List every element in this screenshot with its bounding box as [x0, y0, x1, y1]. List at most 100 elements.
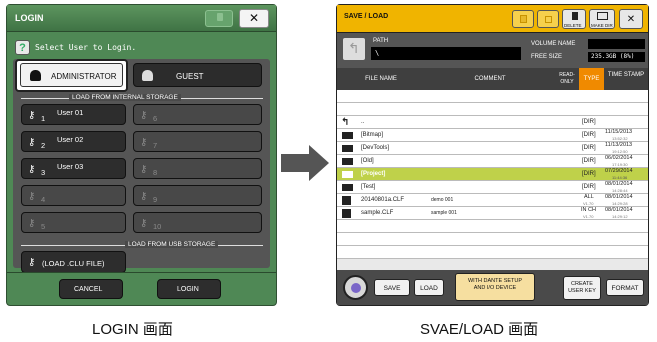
file-name: ..	[361, 119, 365, 125]
col-file-name[interactable]: FILE NAME	[337, 68, 425, 90]
login-caption: LOGIN 画面	[92, 321, 173, 338]
guest-button[interactable]: GUEST	[133, 63, 262, 87]
key-icon: ⚷	[28, 191, 36, 202]
with-dante-setup-button[interactable]: WITH DANTE SETUP AND I/O DEVICE	[455, 273, 535, 301]
file-date: 11/13/2013	[605, 142, 633, 148]
format-button[interactable]: FORMAT	[606, 279, 644, 296]
up-directory-button[interactable]: ↰	[342, 37, 366, 61]
load-clu-file-button[interactable]: ⚷ (LOAD .CLU FILE)	[21, 251, 126, 273]
create-user-key-button[interactable]: CREATE USER KEY	[563, 276, 601, 300]
file-comment: demo 001	[431, 197, 454, 203]
file-name: sample.CLF	[361, 210, 394, 216]
user-button-4[interactable]: ⚷ 4	[21, 185, 126, 206]
up-arrow-icon: ↰	[348, 40, 360, 56]
user-number: 1	[41, 114, 46, 123]
user-button-1[interactable]: ⚷ 1 User 01	[21, 104, 126, 125]
close-icon: ✕	[248, 11, 260, 25]
save-button[interactable]: SAVE	[374, 279, 410, 296]
key-icon: ⚷	[28, 110, 36, 121]
file-name: [Project]	[361, 171, 386, 177]
login-label: LOGIN	[177, 286, 199, 293]
file-date: 08/01/2014	[605, 207, 633, 213]
load-file-label: (LOAD .CLU FILE)	[42, 259, 105, 268]
close-button[interactable]: ✕	[619, 9, 643, 29]
key-icon: ⚷	[28, 218, 36, 229]
folder-icon	[342, 158, 353, 165]
file-time: 14:28:44	[612, 188, 628, 193]
list-item[interactable]: sample.CLF sample 001 IN CH V1.70 08/01/…	[337, 207, 648, 220]
volume-name-field	[588, 39, 645, 49]
free-size-field: 235.3GB (8%)	[588, 52, 645, 62]
right-arrow-icon	[309, 145, 329, 181]
file-name: 20140801a.CLF	[361, 197, 405, 203]
user-number: 2	[41, 141, 46, 150]
delete-button[interactable]: DELETE	[562, 9, 586, 29]
list-item	[337, 103, 648, 116]
file-list-header: FILE NAME COMMENT READ-ONLY TYPE TIME ST…	[337, 68, 648, 90]
user-button-10[interactable]: ⚷ 10	[133, 212, 262, 233]
key-icon: ⚷	[140, 218, 148, 229]
folder-icon	[342, 145, 353, 152]
login-button[interactable]: LOGIN	[157, 279, 221, 299]
knob-icon	[351, 283, 361, 293]
file-type: ALL	[584, 194, 594, 200]
file-time: 19:12:50	[612, 149, 628, 154]
file-time: 13:52:32	[612, 136, 628, 141]
administrator-button[interactable]: ADMINISTRATOR	[20, 63, 123, 87]
dial-knob[interactable]	[343, 275, 368, 300]
file-date: 06/02/2014	[605, 155, 633, 161]
file-name: [Bitmap]	[361, 132, 384, 138]
free-size-label: FREE SIZE	[531, 54, 563, 60]
user-key-button[interactable]	[512, 10, 534, 28]
user-button-9[interactable]: ⚷ 9	[133, 185, 262, 206]
cancel-label: CANCEL	[74, 286, 103, 293]
key-icon: ⚷	[28, 164, 36, 175]
load-label: LOAD	[420, 285, 438, 292]
list-item[interactable]: 20140801a.CLF demo 001 ALL V1.70 08/01/2…	[337, 194, 648, 207]
make-dir-button[interactable]: MAKE DIR	[589, 9, 615, 29]
file-name: [Test]	[361, 184, 376, 190]
user-name: User 01	[57, 108, 84, 117]
close-button[interactable]: ✕	[239, 9, 269, 28]
cancel-button[interactable]: CANCEL	[59, 279, 123, 299]
user-number: 7	[153, 141, 158, 150]
key-icon: ⚷	[140, 137, 148, 148]
load-button[interactable]: LOAD	[414, 279, 444, 296]
col-type[interactable]: TYPE	[579, 68, 604, 90]
path-value: \	[375, 49, 380, 57]
close-icon: ✕	[626, 14, 636, 25]
user-button-5[interactable]: ⚷ 5	[21, 212, 126, 233]
format-label: FORMAT	[611, 285, 639, 292]
file-time: 14:29:12	[612, 214, 628, 219]
lock-button[interactable]	[537, 10, 559, 28]
person-icon	[142, 70, 153, 81]
list-item[interactable]: [Test] [DIR] 08/01/2014 14:28:44	[337, 181, 648, 194]
user-button-3[interactable]: ⚷ 3 User 03	[21, 158, 126, 179]
list-item[interactable]: [DevTools] [DIR] 11/13/2013 19:12:50	[337, 142, 648, 155]
list-item-selected[interactable]: [Project] [DIR] 07/29/2014 11:44:36	[337, 168, 648, 181]
path-label: PATH	[373, 38, 389, 44]
user-button-2[interactable]: ⚷ 2 User 02	[21, 131, 126, 152]
key-icon: ⚷	[28, 257, 36, 268]
col-comment[interactable]: COMMENT	[425, 68, 555, 90]
file-time: 17:19:30	[612, 162, 628, 167]
user-button-8[interactable]: ⚷ 8	[133, 158, 262, 179]
trash-icon	[572, 12, 578, 20]
file-name: [Old]	[361, 158, 374, 164]
with-dante-setup-label: WITH DANTE SETUP AND I/O DEVICE	[467, 278, 523, 291]
user-button-6[interactable]: ⚷ 6	[133, 104, 262, 125]
col-read-only[interactable]: READ-ONLY	[555, 68, 579, 90]
user-button-7[interactable]: ⚷ 7	[133, 131, 262, 152]
list-item[interactable]: [Old] [DIR] 06/02/2014 17:19:30	[337, 155, 648, 168]
help-icon: ?	[15, 40, 30, 55]
key-icon: ⚷	[140, 191, 148, 202]
user-number: 6	[153, 114, 158, 123]
list-item[interactable]: ↰ .. [DIR]	[337, 116, 648, 129]
list-item	[337, 90, 648, 103]
col-time-stamp[interactable]: TIME STAMP	[604, 68, 648, 90]
list-item	[337, 246, 648, 259]
save-load-footer: SAVE LOAD WITH DANTE SETUP AND I/O DEVIC…	[337, 270, 648, 305]
list-item[interactable]: [Bitmap] [DIR] 11/15/2013 13:52:32	[337, 129, 648, 142]
folder-icon	[342, 184, 353, 191]
path-field[interactable]: \	[371, 47, 521, 60]
